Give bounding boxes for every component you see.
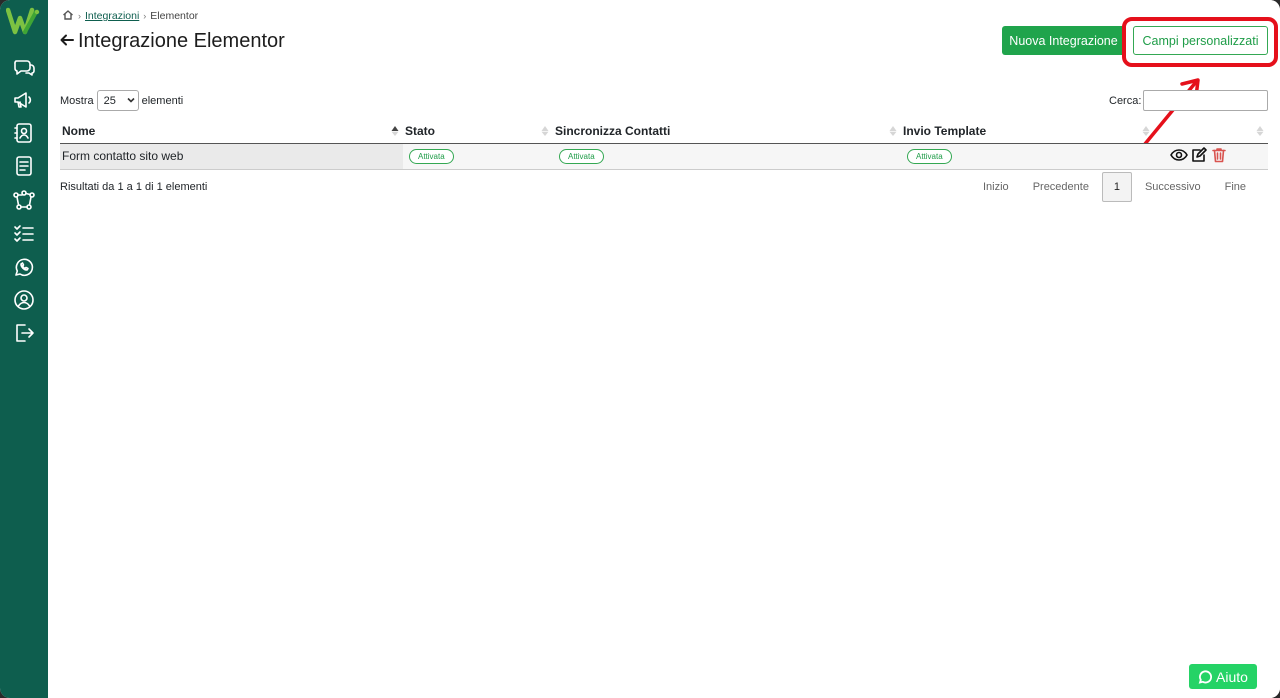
table-row: Form contatto sito web Attivata Attivata… <box>60 143 1268 170</box>
home-icon[interactable] <box>62 9 74 24</box>
column-header-label: Invio Template <box>903 123 987 138</box>
column-header-actions[interactable] <box>1154 119 1268 144</box>
column-header-label: Nome <box>62 123 96 138</box>
search-label: Cerca: <box>1109 94 1142 107</box>
entries-label: elementi <box>141 94 184 107</box>
show-label: Mostra <box>60 94 94 107</box>
sort-icon <box>541 124 549 138</box>
pagination-prev[interactable]: Precedente <box>1021 181 1101 193</box>
pagination: Inizio Precedente 1 Successivo Fine <box>971 172 1258 202</box>
document-icon[interactable] <box>12 154 36 178</box>
help-button[interactable]: Aiuto <box>1189 664 1257 689</box>
column-header-sincronizza[interactable]: Sincronizza Contatti <box>553 119 901 144</box>
new-integration-button[interactable]: Nuova Integrazione <box>1002 26 1125 55</box>
back-arrow-icon[interactable] <box>60 30 74 53</box>
status-badge: Attivata <box>907 149 952 164</box>
chevron-down-icon <box>127 95 135 107</box>
integrations-table: Nome Stato Sincronizza Contatti Invio Te… <box>60 119 1268 170</box>
eye-icon[interactable] <box>1170 147 1188 166</box>
chat-icon[interactable] <box>12 55 36 79</box>
page-size-value: 25 <box>103 94 116 107</box>
app-window: › Integrazioni › Elementor Integrazione … <box>0 0 1280 698</box>
help-label: Aiuto <box>1216 668 1248 685</box>
pagination-next[interactable]: Successivo <box>1133 181 1213 193</box>
sort-icon <box>1142 124 1150 138</box>
breadcrumb-current: Elementor <box>150 10 199 22</box>
table-header-row: Nome Stato Sincronizza Contatti Invio Te… <box>60 119 1268 144</box>
brand-logo[interactable] <box>5 6 42 36</box>
page-length-control: Mostra 25 elementi <box>60 90 183 111</box>
custom-fields-button[interactable]: Campi personalizzati <box>1133 26 1268 55</box>
page-title-row: Integrazione Elementor <box>60 30 285 53</box>
user-icon[interactable] <box>12 288 36 312</box>
page-size-select[interactable]: 25 <box>96 90 139 111</box>
flow-icon[interactable] <box>12 188 36 212</box>
whatsapp-icon <box>1198 669 1213 684</box>
column-header-label: Stato <box>405 123 435 138</box>
column-header-invio-template[interactable]: Invio Template <box>901 119 1154 144</box>
sort-asc-icon <box>391 124 399 138</box>
column-header-nome[interactable]: Nome <box>60 119 403 144</box>
pagination-page-current[interactable]: 1 <box>1101 172 1132 202</box>
sidebar <box>0 0 48 698</box>
sort-icon <box>889 124 897 138</box>
pagination-last[interactable]: Fine <box>1213 181 1258 193</box>
cell-actions <box>1154 143 1268 170</box>
status-badge: Attivata <box>409 149 454 164</box>
contacts-icon[interactable] <box>12 121 36 145</box>
cell-name: Form contatto sito web <box>60 143 403 170</box>
results-info: Risultati da 1 a 1 di 1 elementi <box>60 181 208 193</box>
breadcrumb-separator-icon: › <box>143 11 147 21</box>
sort-icon <box>1256 124 1264 138</box>
breadcrumb: › Integrazioni › Elementor <box>62 9 198 23</box>
cell-template: Attivata <box>901 143 1154 170</box>
breadcrumb-separator-icon: › <box>78 11 81 21</box>
checklist-icon[interactable] <box>12 221 36 245</box>
whatsapp-icon[interactable] <box>12 255 36 279</box>
pagination-first[interactable]: Inizio <box>971 181 1021 193</box>
search-control: Cerca: <box>1109 90 1269 111</box>
cell-sync: Attivata <box>553 143 901 170</box>
page-title: Integrazione Elementor <box>78 30 285 52</box>
trash-icon[interactable] <box>1210 147 1228 166</box>
main-content: › Integrazioni › Elementor Integrazione … <box>48 0 1280 698</box>
status-badge: Attivata <box>559 149 604 164</box>
breadcrumb-link-integrazioni[interactable]: Integrazioni <box>85 10 139 22</box>
megaphone-icon[interactable] <box>12 88 36 112</box>
logout-icon[interactable] <box>12 321 36 345</box>
search-input[interactable] <box>1143 90 1269 111</box>
edit-icon[interactable] <box>1190 146 1208 166</box>
cell-status: Attivata <box>403 143 553 170</box>
column-header-label: Sincronizza Contatti <box>555 123 671 138</box>
column-header-stato[interactable]: Stato <box>403 119 553 144</box>
